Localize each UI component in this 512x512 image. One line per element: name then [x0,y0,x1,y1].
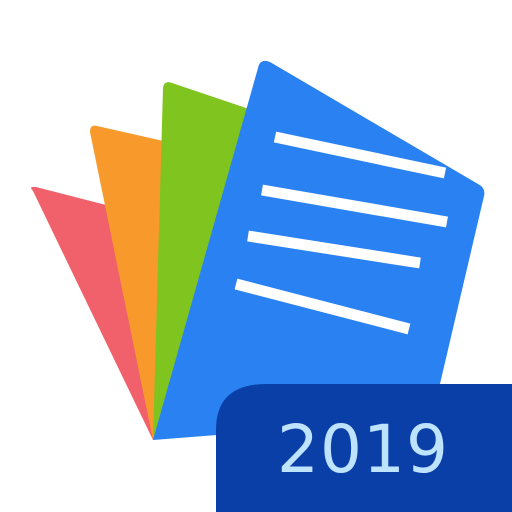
app-icon: 2019 [0,0,512,512]
documents-fan-logo-icon: 2019 [31,60,512,512]
year-label: 2019 [277,411,449,488]
